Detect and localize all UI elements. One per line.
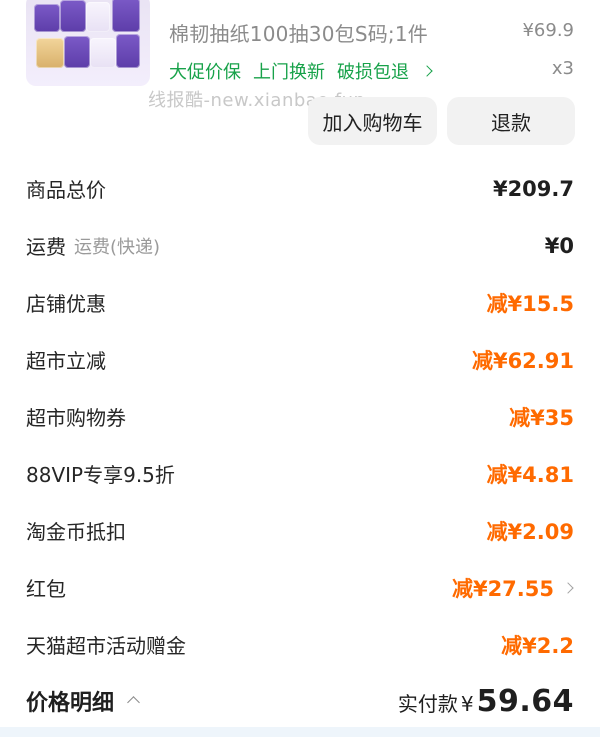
summary-label-text: 天猫超市活动赠金	[26, 634, 186, 658]
summary-label-text: 淘金币抵扣	[26, 520, 126, 544]
service-tag-home-replacement: 上门换新	[253, 62, 325, 83]
summary-value-red-packet[interactable]: 减¥27.55	[452, 573, 574, 603]
price-breakdown-label: 价格明细	[26, 691, 115, 716]
summary-label-tmall-gift-bonus: 天猫超市活动赠金	[26, 630, 186, 659]
service-tag-damage-return: 破损包退	[337, 62, 409, 83]
summary-label-text: 运费	[26, 235, 66, 259]
product-section: 棉韧抽纸100抽30包S码;1件 ¥69.9 大促价保 上门换新 破损包退 x3…	[0, 0, 600, 150]
summary-row-goods-total: 商品总价 ¥209.7	[0, 160, 600, 217]
summary-label-text: 商品总价	[26, 178, 106, 202]
summary-value-text: 减¥2.09	[486, 519, 574, 544]
summary-label-supermarket-coupon: 超市购物券	[26, 402, 126, 431]
summary-row-88vip-discount: 88VIP专享9.5折 减¥4.81	[0, 445, 600, 502]
chevron-up-icon	[126, 694, 140, 708]
summary-label-supermarket-direct-discount: 超市立减	[26, 345, 106, 374]
service-tag-price-protection: 大促价保	[169, 62, 241, 83]
summary-label-shipping: 运费 运费(快递)	[26, 231, 160, 260]
tissue-pack-image	[86, 2, 110, 32]
summary-row-taojinbi: 淘金币抵扣 减¥2.09	[0, 502, 600, 559]
product-thumbnail[interactable]	[26, 0, 150, 86]
summary-label-text: 超市立减	[26, 349, 106, 373]
summary-label-text: 红包	[26, 577, 66, 601]
order-summary: 商品总价 ¥209.7 运费 运费(快递) ¥0 店铺优惠 减¥15.5 超市立…	[0, 160, 600, 673]
tissue-pack-image	[34, 4, 60, 32]
tissue-pack-image	[36, 38, 64, 68]
add-to-cart-button[interactable]: 加入购物车	[308, 97, 437, 145]
summary-row-supermarket-coupon: 超市购物券 减¥35	[0, 388, 600, 445]
currency-symbol: ¥	[460, 691, 474, 716]
summary-value-goods-total: ¥209.7	[493, 177, 574, 201]
summary-value-shipping: ¥0	[545, 234, 574, 258]
chevron-right-icon	[564, 583, 574, 593]
summary-row-red-packet[interactable]: 红包 减¥27.55	[0, 559, 600, 616]
summary-label-store-discount: 店铺优惠	[26, 288, 106, 317]
summary-row-supermarket-direct-discount: 超市立减 减¥62.91	[0, 331, 600, 388]
summary-label-goods-total: 商品总价	[26, 174, 106, 203]
summary-value-text: 减¥62.91	[471, 348, 574, 373]
product-quantity: x3	[551, 58, 574, 79]
summary-row-store-discount: 店铺优惠 减¥15.5	[0, 274, 600, 331]
summary-row-shipping: 运费 运费(快递) ¥0	[0, 217, 600, 274]
tissue-pack-image	[64, 36, 90, 68]
actual-payment-amount: 59.64	[476, 683, 574, 719]
summary-label-taojinbi: 淘金币抵扣	[26, 516, 126, 545]
summary-value-text: ¥209.7	[492, 176, 574, 201]
summary-label-text: 88VIP专享9.5折	[26, 463, 175, 487]
shipping-detail-text: 运费(快递)	[74, 236, 161, 258]
tissue-pack-image	[90, 38, 116, 68]
chevron-right-icon	[423, 66, 433, 76]
summary-value-text: 减¥4.81	[486, 462, 574, 487]
summary-value-tmall-gift-bonus: 减¥2.2	[501, 630, 574, 660]
summary-label-text: 超市购物券	[26, 406, 126, 430]
summary-value-88vip-discount: 减¥4.81	[487, 459, 574, 489]
product-price: ¥69.9	[522, 20, 574, 41]
tissue-pack-image	[112, 0, 140, 32]
summary-value-text: 减¥2.2	[501, 633, 574, 658]
tissue-pack-image	[116, 34, 140, 68]
summary-value-text: ¥0	[544, 233, 574, 258]
refund-button[interactable]: 退款	[447, 97, 575, 145]
bottom-divider-strip	[0, 727, 600, 737]
summary-label-red-packet: 红包	[26, 573, 66, 602]
product-service-tags[interactable]: 大促价保 上门换新 破损包退	[169, 58, 433, 84]
tissue-pack-image	[60, 0, 86, 32]
actual-payment-label: 实付款	[397, 691, 458, 716]
summary-value-store-discount: 减¥15.5	[487, 288, 574, 318]
summary-value-supermarket-coupon: 减¥35	[509, 402, 574, 432]
summary-value-taojinbi: 减¥2.09	[487, 516, 574, 546]
summary-label-88vip-discount: 88VIP专享9.5折	[26, 459, 175, 488]
actual-payment: 实付款 ¥ 59.64	[398, 684, 574, 719]
summary-value-text: 减¥27.55	[451, 576, 554, 601]
summary-value-text: 减¥15.5	[486, 291, 574, 316]
summary-label-text: 店铺优惠	[26, 292, 106, 316]
product-title[interactable]: 棉韧抽纸100抽30包S码;1件	[169, 18, 428, 47]
summary-value-text: 减¥35	[509, 405, 574, 430]
summary-value-supermarket-direct-discount: 减¥62.91	[472, 345, 574, 375]
price-breakdown-toggle[interactable]: 价格明细	[26, 685, 140, 717]
